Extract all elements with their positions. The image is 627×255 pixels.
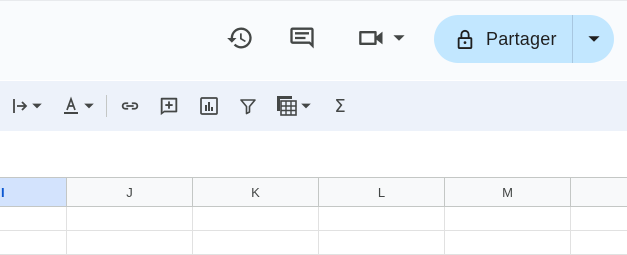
column-header-m[interactable]: M bbox=[445, 178, 571, 206]
cell[interactable] bbox=[319, 207, 445, 231]
insert-comment-button[interactable] bbox=[153, 81, 185, 131]
lock-icon bbox=[457, 29, 473, 49]
formatting-toolbar: Σ bbox=[0, 81, 627, 131]
share-button-group: Partager bbox=[434, 15, 614, 63]
insert-chart-button[interactable] bbox=[193, 81, 225, 131]
chevron-down-icon bbox=[587, 36, 600, 42]
top-bar: Partager bbox=[0, 0, 627, 80]
chevron-down-icon bbox=[301, 103, 311, 109]
chevron-down-icon bbox=[32, 103, 42, 109]
formula-bar-area bbox=[0, 131, 627, 177]
text-color-icon bbox=[64, 96, 78, 114]
chevron-down-icon bbox=[393, 35, 405, 41]
video-camera-icon bbox=[359, 31, 383, 45]
link-icon bbox=[121, 102, 139, 110]
column-header-j[interactable]: J bbox=[67, 178, 193, 206]
table-view-button[interactable] bbox=[270, 81, 318, 131]
cell[interactable] bbox=[0, 207, 67, 231]
table-view-icon bbox=[277, 96, 297, 116]
filter-button[interactable] bbox=[232, 81, 264, 131]
functions-icon: Σ bbox=[334, 95, 346, 117]
cell[interactable] bbox=[571, 231, 627, 255]
add-comment-icon bbox=[160, 97, 178, 116]
column-header-row: I J K L M bbox=[0, 177, 627, 207]
cell[interactable] bbox=[319, 231, 445, 255]
cell[interactable] bbox=[67, 231, 193, 255]
column-header-k[interactable]: K bbox=[193, 178, 319, 206]
text-rotation-button[interactable] bbox=[4, 81, 48, 131]
top-divider bbox=[0, 0, 627, 1]
text-rotation-icon bbox=[13, 99, 28, 113]
share-button[interactable]: Partager bbox=[434, 15, 572, 63]
chevron-down-icon bbox=[84, 103, 94, 109]
column-header-n[interactable] bbox=[571, 178, 627, 206]
column-header-i[interactable]: I bbox=[0, 178, 67, 206]
cell[interactable] bbox=[571, 207, 627, 231]
comments-button[interactable] bbox=[286, 22, 318, 54]
comment-icon bbox=[290, 27, 314, 49]
history-icon bbox=[227, 27, 252, 49]
cell[interactable] bbox=[445, 231, 571, 255]
insert-chart-icon bbox=[200, 97, 218, 115]
toolbar-divider bbox=[106, 95, 107, 117]
cell[interactable] bbox=[193, 207, 319, 231]
share-options-button[interactable] bbox=[573, 15, 614, 63]
cell[interactable] bbox=[0, 231, 67, 255]
cell[interactable] bbox=[445, 207, 571, 231]
cell[interactable] bbox=[67, 207, 193, 231]
filter-icon bbox=[240, 99, 256, 115]
column-header-l[interactable]: L bbox=[319, 178, 445, 206]
cell[interactable] bbox=[193, 231, 319, 255]
text-color-button[interactable] bbox=[56, 81, 100, 131]
functions-button[interactable]: Σ bbox=[324, 81, 356, 131]
version-history-button[interactable] bbox=[224, 22, 256, 54]
meet-button[interactable] bbox=[352, 22, 410, 54]
share-label: Partager bbox=[486, 28, 557, 49]
insert-link-button[interactable] bbox=[114, 81, 146, 131]
